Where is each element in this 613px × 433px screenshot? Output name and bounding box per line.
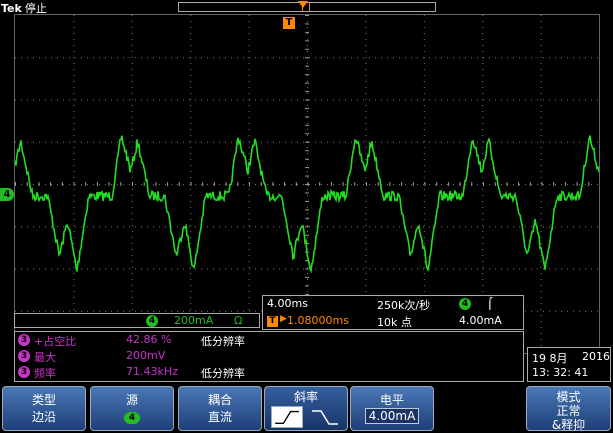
measurement-name: +占空比 bbox=[34, 335, 77, 348]
measurement-row: 3 +占空比 42.86 % 低分辨率 bbox=[18, 333, 518, 348]
channel-4-waveform-trace bbox=[15, 135, 599, 274]
arrow-right-icon: ▶ bbox=[280, 314, 287, 324]
trigger-coupling-button[interactable]: 耦合 直流 bbox=[178, 386, 262, 431]
trigger-time-marker-icon: T bbox=[283, 17, 295, 29]
trigger-source-button[interactable]: 源 4 bbox=[90, 386, 174, 431]
date: 19 8月 bbox=[532, 352, 568, 365]
timebase-trigger-readout[interactable]: 4.00ms 250k次/秒 4 ⌠ T ▶ 1.08000ms 10k 点 4… bbox=[262, 295, 524, 330]
menu-value: 边沿 bbox=[31, 410, 56, 424]
date-time-display: 19 8月 2016 13: 32: 41 bbox=[527, 347, 611, 382]
measurement-value: 71.43kHz bbox=[126, 365, 178, 378]
horizontal-scale: 4.00ms bbox=[267, 297, 308, 310]
menu-label: 类型 bbox=[31, 393, 56, 407]
measurement-note: 低分辨率 bbox=[201, 367, 245, 380]
menu-value: 直流 bbox=[207, 410, 232, 424]
sample-rate: 250k次/秒 bbox=[377, 299, 431, 312]
measurement-channel-chip: 3 bbox=[18, 350, 30, 362]
trigger-level-button[interactable]: 电平 4.00mA bbox=[350, 386, 434, 431]
trigger-level: 4.00mA bbox=[459, 314, 502, 327]
rising-edge-icon: ⌠ bbox=[487, 297, 493, 310]
channel-4-ground-marker[interactable]: 4 bbox=[0, 188, 14, 201]
menu-label: 耦合 bbox=[207, 393, 232, 407]
status-bar: Tek 停止 bbox=[0, 0, 613, 15]
channel-scale-readout[interactable]: 4 200mA Ω bbox=[14, 313, 260, 328]
measurement-channel-chip: 3 bbox=[18, 366, 30, 378]
trigger-slope-button[interactable]: 斜率 bbox=[264, 386, 348, 431]
time: 13: 32: 41 bbox=[532, 366, 589, 379]
bandwidth-limit-icon: Ω bbox=[234, 314, 243, 327]
record-length: 10k 点 bbox=[377, 316, 412, 329]
year: 2016 bbox=[582, 350, 610, 363]
trigger-menu: 类型 边沿 源 4 耦合 直流 斜率 电平 4.00mA 模式 正常 &释抑 bbox=[0, 384, 613, 433]
measurement-name: 最大 bbox=[34, 351, 56, 364]
source-channel-chip: 4 bbox=[124, 412, 140, 424]
trigger-position-icon: T bbox=[267, 316, 278, 327]
trigger-position-marker-icon bbox=[298, 1, 308, 8]
trigger-position: 1.08000ms bbox=[287, 314, 349, 327]
measurement-row: 3 最大 200mV bbox=[18, 349, 518, 364]
measurement-panel[interactable]: 3 +占空比 42.86 % 低分辨率 3 最大 200mV 3 频率 71.4… bbox=[14, 331, 524, 382]
channel-4-chip: 4 bbox=[146, 315, 158, 327]
trigger-mode-button[interactable]: 模式 正常 &释抑 bbox=[526, 386, 611, 432]
menu-label: 电平 bbox=[379, 393, 404, 407]
menu-label: 斜率 bbox=[293, 390, 318, 404]
measurement-channel-chip: 3 bbox=[18, 334, 30, 346]
measurement-value: 42.86 % bbox=[126, 333, 172, 346]
trigger-type-button[interactable]: 类型 边沿 bbox=[2, 386, 86, 431]
measurement-name: 频率 bbox=[34, 367, 56, 380]
menu-value: 4.00mA bbox=[364, 408, 420, 424]
rising-slope-icon[interactable] bbox=[271, 406, 303, 428]
trigger-source-chip: 4 bbox=[459, 298, 471, 310]
measurement-row: 3 频率 71.43kHz 低分辨率 bbox=[18, 365, 518, 380]
falling-slope-icon[interactable] bbox=[309, 406, 341, 428]
channel-4-scale: 200mA bbox=[174, 314, 214, 327]
measurement-value: 200mV bbox=[126, 349, 166, 362]
menu-label: 源 bbox=[125, 393, 138, 407]
measurement-note: 低分辨率 bbox=[201, 335, 245, 348]
menu-value-2: &释抑 bbox=[551, 418, 586, 432]
